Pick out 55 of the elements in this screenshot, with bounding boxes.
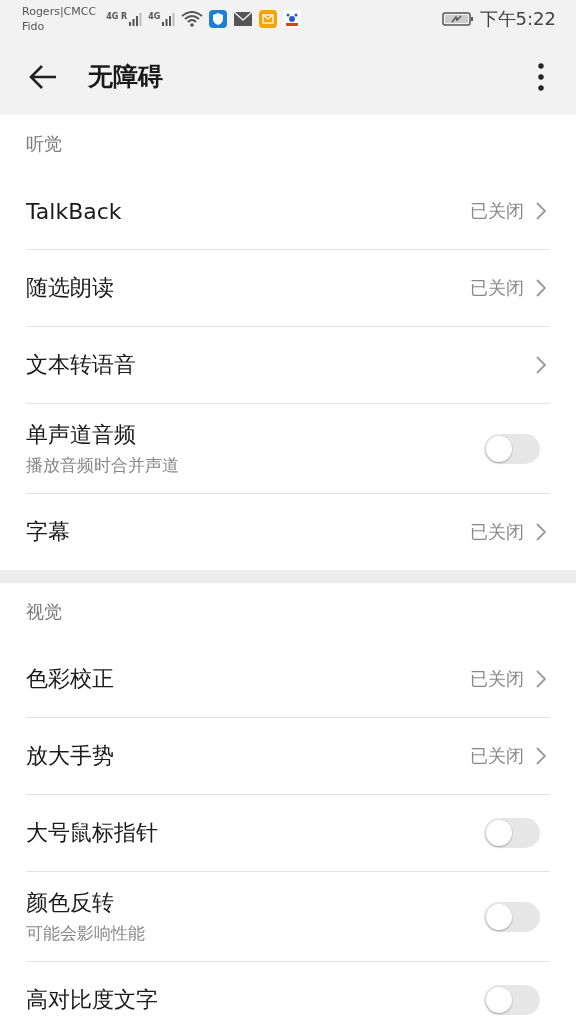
row-title: 随选朗读 [26, 274, 115, 302]
signal-icon [128, 12, 143, 26]
row-subtitle: 可能会影响性能 [26, 922, 146, 945]
section-header: 视觉 [26, 600, 62, 624]
section-header: 听觉 [26, 132, 62, 156]
settings-row[interactable]: 单声道音频 播放音频时合并声道 [26, 404, 550, 494]
battery-icon [441, 11, 474, 27]
network-label: 4G [148, 12, 161, 21]
clock-time: 下午5:22 [479, 7, 556, 31]
settings-row[interactable]: 随选朗读 已关闭 [26, 250, 550, 327]
toggle-switch[interactable] [484, 901, 540, 932]
shield-app-icon [209, 10, 228, 28]
mail-icon [233, 11, 254, 27]
settings-row[interactable]: 文本转语音 [26, 327, 550, 404]
row-title: 放大手势 [26, 742, 115, 770]
row-title: 高对比度文字 [26, 986, 159, 1014]
wifi-icon [181, 11, 204, 27]
carrier-name: Fido [22, 19, 46, 34]
network-label: 4G R [106, 12, 128, 21]
status-value: 已关闭 [470, 667, 524, 691]
signal-icon [161, 12, 176, 26]
chevron-right-icon [536, 747, 546, 765]
row-title: 文本转语音 [26, 351, 137, 379]
toggle-switch[interactable] [484, 985, 540, 1015]
settings-row[interactable]: 高对比度文字 [26, 962, 550, 1024]
mail-app-icon [259, 10, 278, 28]
row-title: 字幕 [26, 518, 71, 546]
settings-row[interactable]: TalkBack 已关闭 [26, 173, 550, 250]
page-title: 无障碍 [88, 61, 163, 93]
back-arrow-icon[interactable] [28, 63, 58, 90]
status-value: 已关闭 [470, 520, 524, 544]
more-options-icon[interactable] [538, 62, 544, 91]
status-value: 已关闭 [470, 276, 524, 300]
settings-row[interactable]: 字幕 已关闭 [26, 494, 550, 570]
row-title: 颜色反转 [26, 889, 115, 917]
row-title: 大号鼠标指针 [26, 819, 159, 847]
status-value: 已关闭 [470, 199, 524, 223]
row-title: TalkBack [26, 198, 123, 224]
settings-row[interactable]: 大号鼠标指针 [26, 795, 550, 872]
chevron-right-icon [536, 202, 546, 220]
chevron-right-icon [536, 279, 546, 297]
carrier-name: Rogers|CMCC [22, 4, 97, 19]
toggle-switch[interactable] [484, 818, 540, 848]
row-title: 色彩校正 [26, 665, 115, 693]
settings-row[interactable]: 放大手势 已关闭 [26, 718, 550, 795]
row-title: 单声道音频 [26, 421, 137, 449]
chevron-right-icon [536, 523, 546, 541]
toggle-switch[interactable] [484, 433, 540, 464]
chevron-right-icon [536, 670, 546, 688]
chevron-right-icon [536, 356, 546, 374]
status-value: 已关闭 [470, 744, 524, 768]
settings-row[interactable]: 色彩校正 已关闭 [26, 641, 550, 718]
row-subtitle: 播放音频时合并声道 [26, 454, 180, 477]
settings-row[interactable]: 颜色反转 可能会影响性能 [26, 872, 550, 962]
paw-app-icon [283, 10, 302, 28]
